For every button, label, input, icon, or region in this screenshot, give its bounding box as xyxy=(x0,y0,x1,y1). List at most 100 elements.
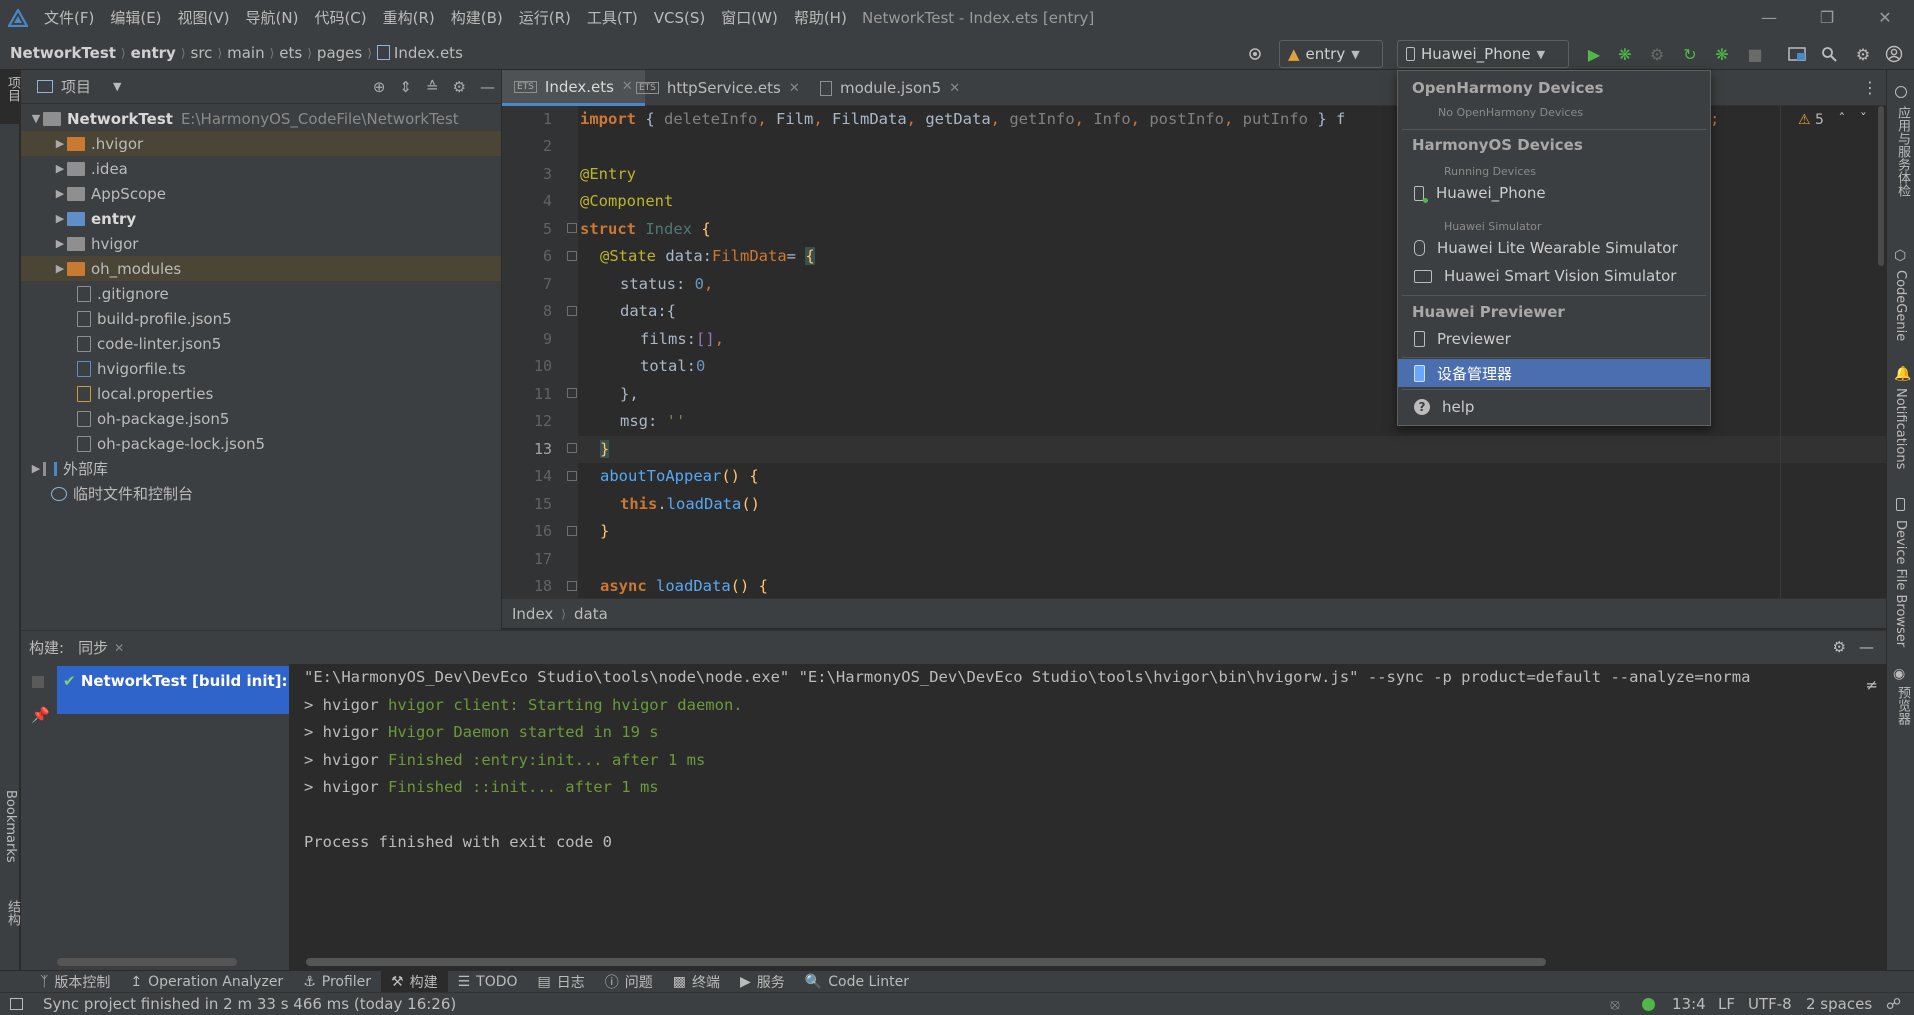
menu-code[interactable]: 代码(C) xyxy=(306,0,374,36)
device-file-browser-tool-button[interactable]: Device File Browser xyxy=(1893,520,1908,647)
structure-tool-button[interactable]: 结构 xyxy=(3,900,22,926)
fold-icon[interactable] xyxy=(567,526,577,536)
caret-position[interactable]: 13:4 xyxy=(1672,995,1706,1013)
settings-gear-icon[interactable]: ⚙ xyxy=(453,78,466,96)
device-item-wearable-simulator[interactable]: Huawei Lite Wearable Simulator xyxy=(1398,234,1710,262)
editor-scrollbar[interactable] xyxy=(1878,106,1884,266)
tool-terminal[interactable]: ▩ 终端 xyxy=(663,971,730,993)
device-manager-item[interactable]: 设备管理器 xyxy=(1398,359,1710,387)
tree-item-external-libraries[interactable]: ▶ 外部库 xyxy=(21,456,501,481)
codegenie-tool-button[interactable]: CodeGenie xyxy=(1893,270,1908,341)
build-tree-item-networktest[interactable]: ✔ NetworkTest [build init]: 成 xyxy=(57,666,289,714)
breadcrumb-file[interactable]: Index.ets xyxy=(394,44,463,62)
breadcrumb-ets[interactable]: ets xyxy=(279,44,302,62)
project-panel-title[interactable]: 项目 xyxy=(61,76,91,97)
panel-toggle-icon[interactable] xyxy=(10,998,23,1010)
tree-item-root[interactable]: ▼ NetworkTest E:\HarmonyOS_CodeFile\Netw… xyxy=(21,106,501,131)
chevron-up-icon[interactable]: ˆ xyxy=(1838,112,1845,128)
breadcrumb-src[interactable]: src xyxy=(191,44,213,62)
chevron-right-icon[interactable]: ▶ xyxy=(53,212,67,225)
tree-item-build-profile[interactable]: build-profile.json5 xyxy=(21,306,501,331)
chevron-down-icon[interactable]: ▼ xyxy=(29,112,43,125)
menu-vcs[interactable]: VCS(S) xyxy=(646,0,713,36)
tool-code-linter[interactable]: 🔍 Code Linter xyxy=(795,971,919,993)
close-tab-icon[interactable]: ✕ xyxy=(114,641,124,655)
previewer-tool-button[interactable]: 预览器 xyxy=(1893,686,1912,725)
status-green-icon[interactable] xyxy=(1642,998,1655,1011)
inspection-widget[interactable]: ⚠ 5 ˆ ˇ xyxy=(1798,112,1867,128)
run-icon[interactable]: ▶ xyxy=(1582,42,1606,66)
minimize-icon[interactable]: — xyxy=(1740,0,1798,36)
tree-item-scratches[interactable]: 临时文件和控制台 xyxy=(21,481,501,506)
close-tab-icon[interactable]: ✕ xyxy=(949,81,960,96)
device-item-previewer[interactable]: Previewer xyxy=(1398,325,1710,353)
fold-icon[interactable] xyxy=(567,443,577,453)
device-item-huawei-phone[interactable]: Huawei_Phone xyxy=(1398,179,1710,207)
fold-icon[interactable] xyxy=(567,223,577,233)
expand-all-icon[interactable]: ⇕ xyxy=(399,78,412,96)
tree-item-appscope[interactable]: ▶ AppScope xyxy=(21,181,501,206)
breadcrumb-project[interactable]: NetworkTest xyxy=(10,44,116,62)
locate-icon[interactable] xyxy=(1243,42,1267,66)
tree-item-oh-package-lock[interactable]: oh-package-lock.json5 xyxy=(21,431,501,456)
close-icon[interactable]: ✕ xyxy=(1856,0,1914,36)
tab-sync[interactable]: 同步 ✕ xyxy=(78,637,124,658)
line-separator[interactable]: LF xyxy=(1718,995,1735,1013)
apply-changes-icon[interactable]: ❋ xyxy=(1710,42,1734,66)
console-scrollbar[interactable] xyxy=(306,958,1546,966)
chevron-right-icon[interactable]: ▶ xyxy=(29,462,43,475)
code-crumb-field[interactable]: data xyxy=(574,605,608,623)
stop-icon[interactable] xyxy=(32,676,44,688)
chevron-right-icon[interactable]: ▶ xyxy=(53,162,67,175)
tool-services[interactable]: ▶ 服务 xyxy=(730,971,795,993)
tool-build[interactable]: ⚒ 构建 xyxy=(381,970,448,993)
build-console-output[interactable]: "E:\HarmonyOS_Dev\DevEco Studio\tools\no… xyxy=(290,664,1878,970)
menu-run[interactable]: 运行(R) xyxy=(511,0,579,36)
tree-item-gitignore[interactable]: .gitignore xyxy=(21,281,501,306)
tab-menu-icon[interactable]: ⋮ xyxy=(1862,78,1878,97)
chevron-right-icon[interactable]: ▶ xyxy=(53,262,67,275)
chevron-right-icon[interactable]: ▶ xyxy=(53,137,67,150)
menu-build[interactable]: 构建(B) xyxy=(443,0,511,36)
breadcrumb-main[interactable]: main xyxy=(227,44,264,62)
tree-item-entry[interactable]: ▶ entry xyxy=(21,206,501,231)
restore-icon[interactable]: ❐ xyxy=(1798,0,1856,36)
tool-problems[interactable]: ⓘ 问题 xyxy=(595,971,663,993)
menu-tools[interactable]: 工具(T) xyxy=(579,0,646,36)
pin-icon[interactable]: 📌 xyxy=(31,706,50,724)
tool-profiler[interactable]: ⚓ Profiler xyxy=(293,971,381,993)
chevron-down-icon[interactable]: ▼ xyxy=(113,80,121,93)
build-tree-scrollbar[interactable] xyxy=(57,958,237,966)
breadcrumb-pages[interactable]: pages xyxy=(317,44,362,62)
device-select[interactable]: Huawei_Phone ▼ xyxy=(1397,40,1569,68)
tree-item-hvigor-cache[interactable]: ▶ .hvigor xyxy=(21,131,501,156)
debug-icon[interactable]: ❋ xyxy=(1613,42,1637,66)
tool-operation-analyzer[interactable]: ↥ Operation Analyzer xyxy=(120,971,293,993)
crosshair-icon[interactable]: ⊕ xyxy=(373,78,386,96)
tree-item-local-properties[interactable]: local.properties xyxy=(21,381,501,406)
menu-view[interactable]: 视图(V) xyxy=(170,0,238,36)
status-message[interactable]: Sync project finished in 2 m 33 s 466 ms… xyxy=(43,995,456,1013)
tree-item-hvigorfile[interactable]: hvigorfile.ts xyxy=(21,356,501,381)
menu-edit[interactable]: 编辑(E) xyxy=(102,0,169,36)
help-item[interactable]: ? help xyxy=(1398,393,1710,421)
no-bug-icon[interactable]: ⦻ xyxy=(1610,995,1620,1013)
close-tab-icon[interactable]: ✕ xyxy=(789,81,800,96)
hide-panel-icon[interactable]: — xyxy=(1859,638,1874,656)
breadcrumb-module[interactable]: entry xyxy=(131,44,176,62)
file-encoding[interactable]: UTF-8 xyxy=(1748,995,1792,1013)
module-select[interactable]: ▲ entry ▼ xyxy=(1279,40,1383,68)
chevron-right-icon[interactable]: ▶ xyxy=(53,237,67,250)
attach-debugger-icon[interactable]: ⚙ xyxy=(1645,42,1669,66)
fold-icon[interactable] xyxy=(567,251,577,261)
menu-navigate[interactable]: 导航(N) xyxy=(238,0,307,36)
notifications-tool-button[interactable]: Notifications xyxy=(1893,388,1908,469)
bookmarks-tool-button[interactable]: Bookmarks xyxy=(3,790,18,863)
chevron-down-icon[interactable]: ˇ xyxy=(1860,112,1867,128)
collapse-all-icon[interactable]: ≙ xyxy=(426,78,439,96)
tool-log[interactable]: ▤ 日志 xyxy=(528,971,595,993)
fold-icon[interactable] xyxy=(567,581,577,591)
fold-icon[interactable] xyxy=(567,306,577,316)
account-icon[interactable] xyxy=(1882,42,1906,66)
fold-icon[interactable] xyxy=(567,471,577,481)
